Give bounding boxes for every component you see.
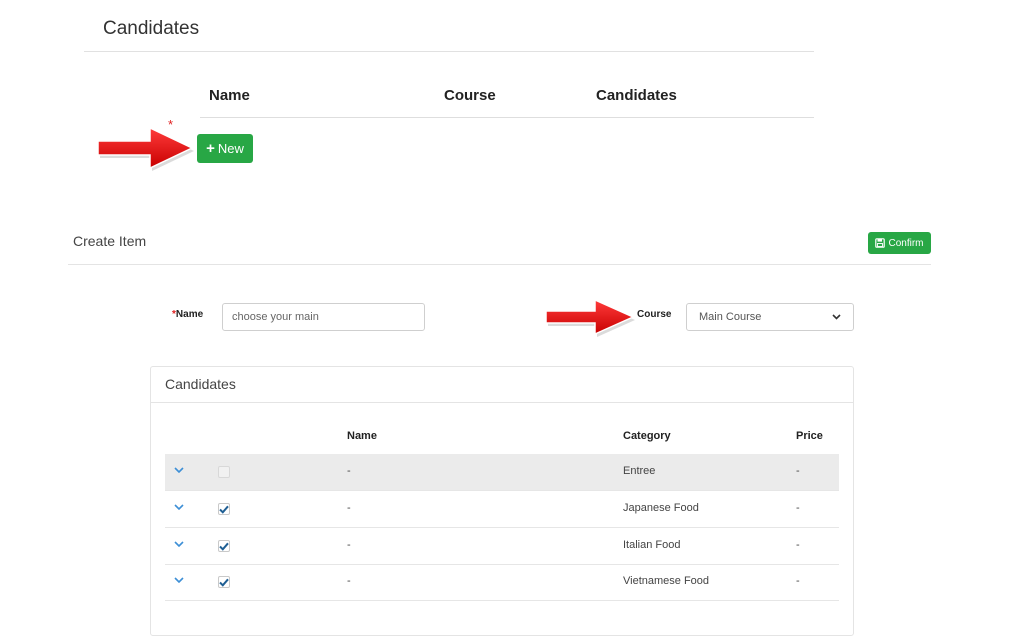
column-header-name: Name: [347, 430, 377, 442]
cell-name: -: [347, 502, 351, 514]
row-checkbox[interactable]: [218, 576, 230, 588]
row-checkbox[interactable]: [218, 503, 230, 515]
new-button[interactable]: + New: [197, 134, 253, 163]
confirm-button[interactable]: Confirm: [868, 232, 931, 254]
cell-category: Entree: [623, 465, 656, 477]
cell-price: -: [796, 575, 800, 587]
column-header-candidates: Candidates: [596, 87, 677, 104]
red-arrow-annotation: [545, 298, 635, 337]
cell-category: Vietnamese Food: [623, 575, 710, 587]
name-input[interactable]: [222, 303, 425, 331]
column-header-course: Course: [444, 87, 496, 104]
divider: [150, 402, 854, 403]
cell-name: -: [347, 465, 351, 477]
checkmark-icon: [219, 505, 229, 514]
red-arrow-annotation: [97, 126, 194, 171]
row-checkbox: [218, 466, 230, 478]
table-row[interactable]: [165, 491, 839, 528]
column-header-price: Price: [796, 430, 823, 442]
cell-price: -: [796, 502, 800, 514]
table-row[interactable]: [165, 528, 839, 565]
expand-chevron-icon[interactable]: [174, 541, 184, 547]
name-field-label: *Name: [172, 309, 204, 320]
chevron-down-icon: [832, 314, 841, 320]
confirm-button-label: Confirm: [888, 237, 924, 249]
column-header-name: Name: [209, 87, 250, 104]
divider: [68, 264, 931, 265]
course-selected-value: Main Course: [699, 311, 762, 323]
save-icon: [875, 238, 886, 248]
cell-price: -: [796, 539, 800, 551]
candidates-panel-title: Candidates: [165, 376, 236, 392]
row-checkbox[interactable]: [218, 540, 230, 552]
checkmark-icon: [219, 578, 229, 587]
divider: [84, 51, 814, 52]
column-header-category: Category: [623, 430, 671, 442]
cell-category: Italian Food: [623, 539, 681, 551]
course-select[interactable]: Main Course: [686, 303, 854, 331]
cell-price: -: [796, 465, 800, 477]
cell-category: Japanese Food: [623, 502, 699, 514]
expand-chevron-icon[interactable]: [174, 467, 184, 473]
expand-chevron-icon[interactable]: [174, 504, 184, 510]
candidates-page-title: Candidates: [103, 18, 200, 39]
table-header-divider: [200, 117, 814, 118]
create-item-title: Create Item: [73, 233, 147, 249]
expand-chevron-icon[interactable]: [174, 577, 184, 583]
course-field-label: Course: [637, 309, 672, 320]
cell-name: -: [347, 575, 351, 587]
table-row[interactable]: [165, 564, 839, 601]
table-row[interactable]: [165, 454, 839, 491]
new-button-label: New: [217, 141, 244, 156]
cell-name: -: [347, 539, 351, 551]
plus-icon: +: [206, 140, 215, 157]
checkmark-icon: [219, 542, 229, 551]
